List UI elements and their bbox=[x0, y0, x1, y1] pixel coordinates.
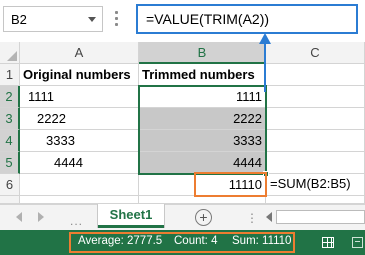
chevron-down-icon[interactable] bbox=[88, 17, 96, 22]
status-average[interactable]: Average: 2777.5 bbox=[78, 235, 162, 247]
worksheet-grid: A B C 1 2 3 4 5 6 Original numbers Trimm… bbox=[0, 42, 365, 204]
row-header-7[interactable] bbox=[0, 196, 20, 204]
sheet-tab-sheet1[interactable]: Sheet1 bbox=[98, 204, 164, 228]
cell-a3[interactable]: 2222 bbox=[20, 108, 139, 130]
add-sheet-icon[interactable]: + bbox=[195, 209, 212, 226]
row-header-5[interactable]: 5 bbox=[0, 152, 20, 174]
cell-b6[interactable]: 11110 bbox=[195, 174, 266, 196]
normal-view-icon[interactable] bbox=[322, 237, 334, 248]
formula-input[interactable]: =VALUE(TRIM(A2)) bbox=[136, 4, 358, 34]
row-header-3[interactable]: 3 bbox=[0, 108, 20, 130]
select-all-button[interactable] bbox=[0, 42, 20, 64]
tab-splitter[interactable]: ⋮ bbox=[246, 211, 258, 225]
status-sum[interactable]: Sum: 11110 bbox=[232, 235, 291, 247]
cell-c5[interactable] bbox=[266, 152, 365, 174]
column-header-a[interactable]: A bbox=[20, 42, 139, 64]
formula-bar: B2 =VALUE(TRIM(A2)) bbox=[0, 0, 365, 40]
column-header-c[interactable]: C bbox=[266, 42, 365, 64]
cell-c1[interactable] bbox=[266, 64, 365, 86]
cell-c4[interactable] bbox=[266, 130, 365, 152]
horizontal-scrollbar[interactable] bbox=[276, 210, 365, 224]
scroll-left-icon[interactable] bbox=[16, 212, 22, 222]
cell-a2[interactable]: 1111 bbox=[20, 86, 139, 108]
cell-b5[interactable]: 4444 bbox=[139, 152, 266, 174]
cell-b7[interactable] bbox=[139, 196, 266, 204]
cell-a4[interactable]: 3333 bbox=[20, 130, 139, 152]
cell-c7[interactable] bbox=[266, 196, 365, 204]
cell-a1[interactable]: Original numbers bbox=[20, 64, 139, 86]
cell-a7[interactable] bbox=[20, 196, 139, 204]
cell-a6[interactable] bbox=[20, 174, 139, 196]
row-header-4[interactable]: 4 bbox=[0, 130, 20, 152]
sum-formula-note: =SUM(B2:B5) bbox=[270, 176, 351, 191]
cell-a5[interactable]: 4444 bbox=[20, 152, 139, 174]
fill-handle[interactable] bbox=[263, 171, 269, 177]
cell-c2[interactable] bbox=[266, 86, 365, 108]
row-header-6[interactable]: 6 bbox=[0, 174, 20, 196]
formula-text: =VALUE(TRIM(A2)) bbox=[146, 11, 270, 27]
cell-b1[interactable]: Trimmed numbers bbox=[139, 64, 266, 86]
page-layout-view-icon[interactable] bbox=[352, 237, 363, 248]
name-box[interactable]: B2 bbox=[3, 6, 103, 32]
status-bar: Average: 2777.5 Count: 4 Sum: 11110 bbox=[0, 230, 365, 255]
sheet-tab-bar: ... Sheet1 + ⋮ bbox=[0, 204, 365, 230]
cell-c3[interactable] bbox=[266, 108, 365, 130]
row-header-2[interactable]: 2 bbox=[0, 86, 20, 108]
row-header-1[interactable]: 1 bbox=[0, 64, 20, 86]
status-count[interactable]: Count: 4 bbox=[174, 235, 217, 247]
cell-b6-blank bbox=[139, 174, 195, 196]
cell-b4[interactable]: 3333 bbox=[139, 130, 266, 152]
cell-b2[interactable]: 1111 bbox=[139, 86, 266, 108]
hscroll-left-icon[interactable] bbox=[266, 212, 272, 222]
scroll-right-icon[interactable] bbox=[38, 212, 44, 222]
column-header-b[interactable]: B bbox=[139, 42, 266, 64]
more-sheets[interactable]: ... bbox=[70, 214, 83, 228]
more-vertical-icon bbox=[115, 11, 119, 27]
name-box-value: B2 bbox=[11, 12, 27, 27]
cell-b3[interactable]: 2222 bbox=[139, 108, 266, 130]
